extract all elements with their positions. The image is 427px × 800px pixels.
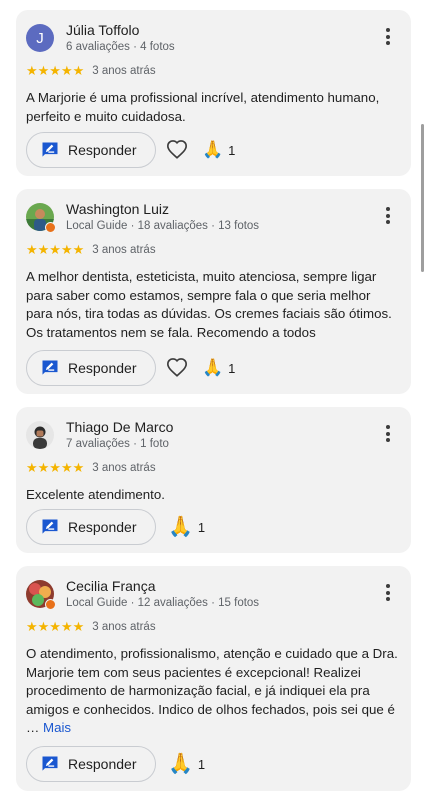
review-header: J Júlia Toffolo 6 avaliações · 4 fotos [26,20,401,60]
praying-hands-icon: 🙏 [202,140,224,159]
reviewer-name[interactable]: Júlia Toffolo [66,22,139,38]
review-actions: Responder 🙏 1 [26,746,401,784]
local-guide-badge [45,222,56,233]
review-header: Cecilia França Local Guide · 12 avaliaçõ… [26,576,401,616]
reply-label: Responder [68,756,137,772]
review-actions: Responder 🙏 1 [26,132,401,170]
reply-button[interactable]: Responder [26,746,156,782]
review-age: 3 anos atrás [92,244,156,256]
star-rating: ★★★★★ [26,460,85,475]
review-text: O atendimento, profissionalismo, atenção… [26,646,398,735]
reviewer-meta: 6 avaliações · 4 fotos [66,41,175,53]
reply-label: Responder [68,142,137,158]
reply-label: Responder [68,519,137,535]
reply-button[interactable]: Responder [26,132,156,168]
more-vert-icon[interactable] [385,207,391,227]
star-rating: ★★★★★ [26,63,85,78]
avatar[interactable]: J [26,24,54,52]
rating-row: ★★★★★ 3 anos atrás [26,619,156,635]
reviewer-name[interactable]: Cecilia França [66,578,155,594]
reaction-button[interactable]: 🙏 1 [202,357,235,379]
reviewer-meta: Local Guide · 12 avaliações · 15 fotos [66,597,260,609]
star-rating: ★★★★★ [26,619,85,634]
review-card: Washington Luiz Local Guide · 18 avaliaç… [16,189,411,394]
review-age: 3 anos atrás [92,462,156,474]
more-vert-icon[interactable] [385,28,391,48]
reviewer-meta: 7 avaliações · 1 foto [66,438,169,450]
praying-hands-icon: 🙏 [168,516,193,538]
reaction-button[interactable]: 🙏 1 [168,516,205,538]
review-header: Washington Luiz Local Guide · 18 avaliaç… [26,199,401,239]
rating-row: ★★★★★ 3 anos atrás [26,460,156,476]
reaction-count: 1 [197,519,206,535]
reaction-count: 1 [197,756,206,772]
more-link[interactable]: Mais [43,720,71,735]
review-card: J Júlia Toffolo 6 avaliações · 4 fotos ★… [16,10,411,176]
praying-hands-icon: 🙏 [168,753,193,775]
review-text: A Marjorie é uma profissional incrível, … [26,90,380,124]
reply-icon [42,756,58,771]
reviewer-name[interactable]: Washington Luiz [66,201,169,217]
review-actions: Responder 🙏 1 [26,509,401,547]
review-age: 3 anos atrás [92,65,156,77]
review-header: Thiago De Marco 7 avaliações · 1 foto [26,417,401,457]
reply-label: Responder [68,360,137,376]
review-text: A melhor dentista, esteticista, muito at… [26,269,392,340]
rating-row: ★★★★★ 3 anos atrás [26,242,156,258]
heart-icon[interactable] [166,139,188,161]
reaction-count: 1 [228,360,236,376]
reply-icon [42,360,58,375]
reaction-button[interactable]: 🙏 1 [168,753,205,775]
star-rating: ★★★★★ [26,242,85,257]
review-card: Thiago De Marco 7 avaliações · 1 foto ★★… [16,407,411,553]
avatar[interactable] [26,421,54,449]
reply-icon [42,142,58,157]
more-vert-icon[interactable] [385,425,391,445]
review-age: 3 anos atrás [92,621,156,633]
reaction-count: 1 [228,142,236,158]
reviewer-name[interactable]: Thiago De Marco [66,419,173,435]
reply-button[interactable]: Responder [26,350,156,386]
review-card: Cecilia França Local Guide · 12 avaliaçõ… [16,566,411,791]
heart-icon[interactable] [166,357,188,379]
reaction-button[interactable]: 🙏 1 [202,139,235,161]
scrollbar[interactable] [421,124,424,272]
review-actions: Responder 🙏 1 [26,350,401,388]
reviewer-meta: Local Guide · 18 avaliações · 13 fotos [66,220,260,232]
local-guide-badge [45,599,56,610]
review-text-block: O atendimento, profissionalismo, atenção… [26,645,399,738]
review-text: Excelente atendimento. [26,487,165,502]
reply-icon [42,519,58,534]
rating-row: ★★★★★ 3 anos atrás [26,63,156,79]
reply-button[interactable]: Responder [26,509,156,545]
more-vert-icon[interactable] [385,584,391,604]
praying-hands-icon: 🙏 [202,358,224,377]
